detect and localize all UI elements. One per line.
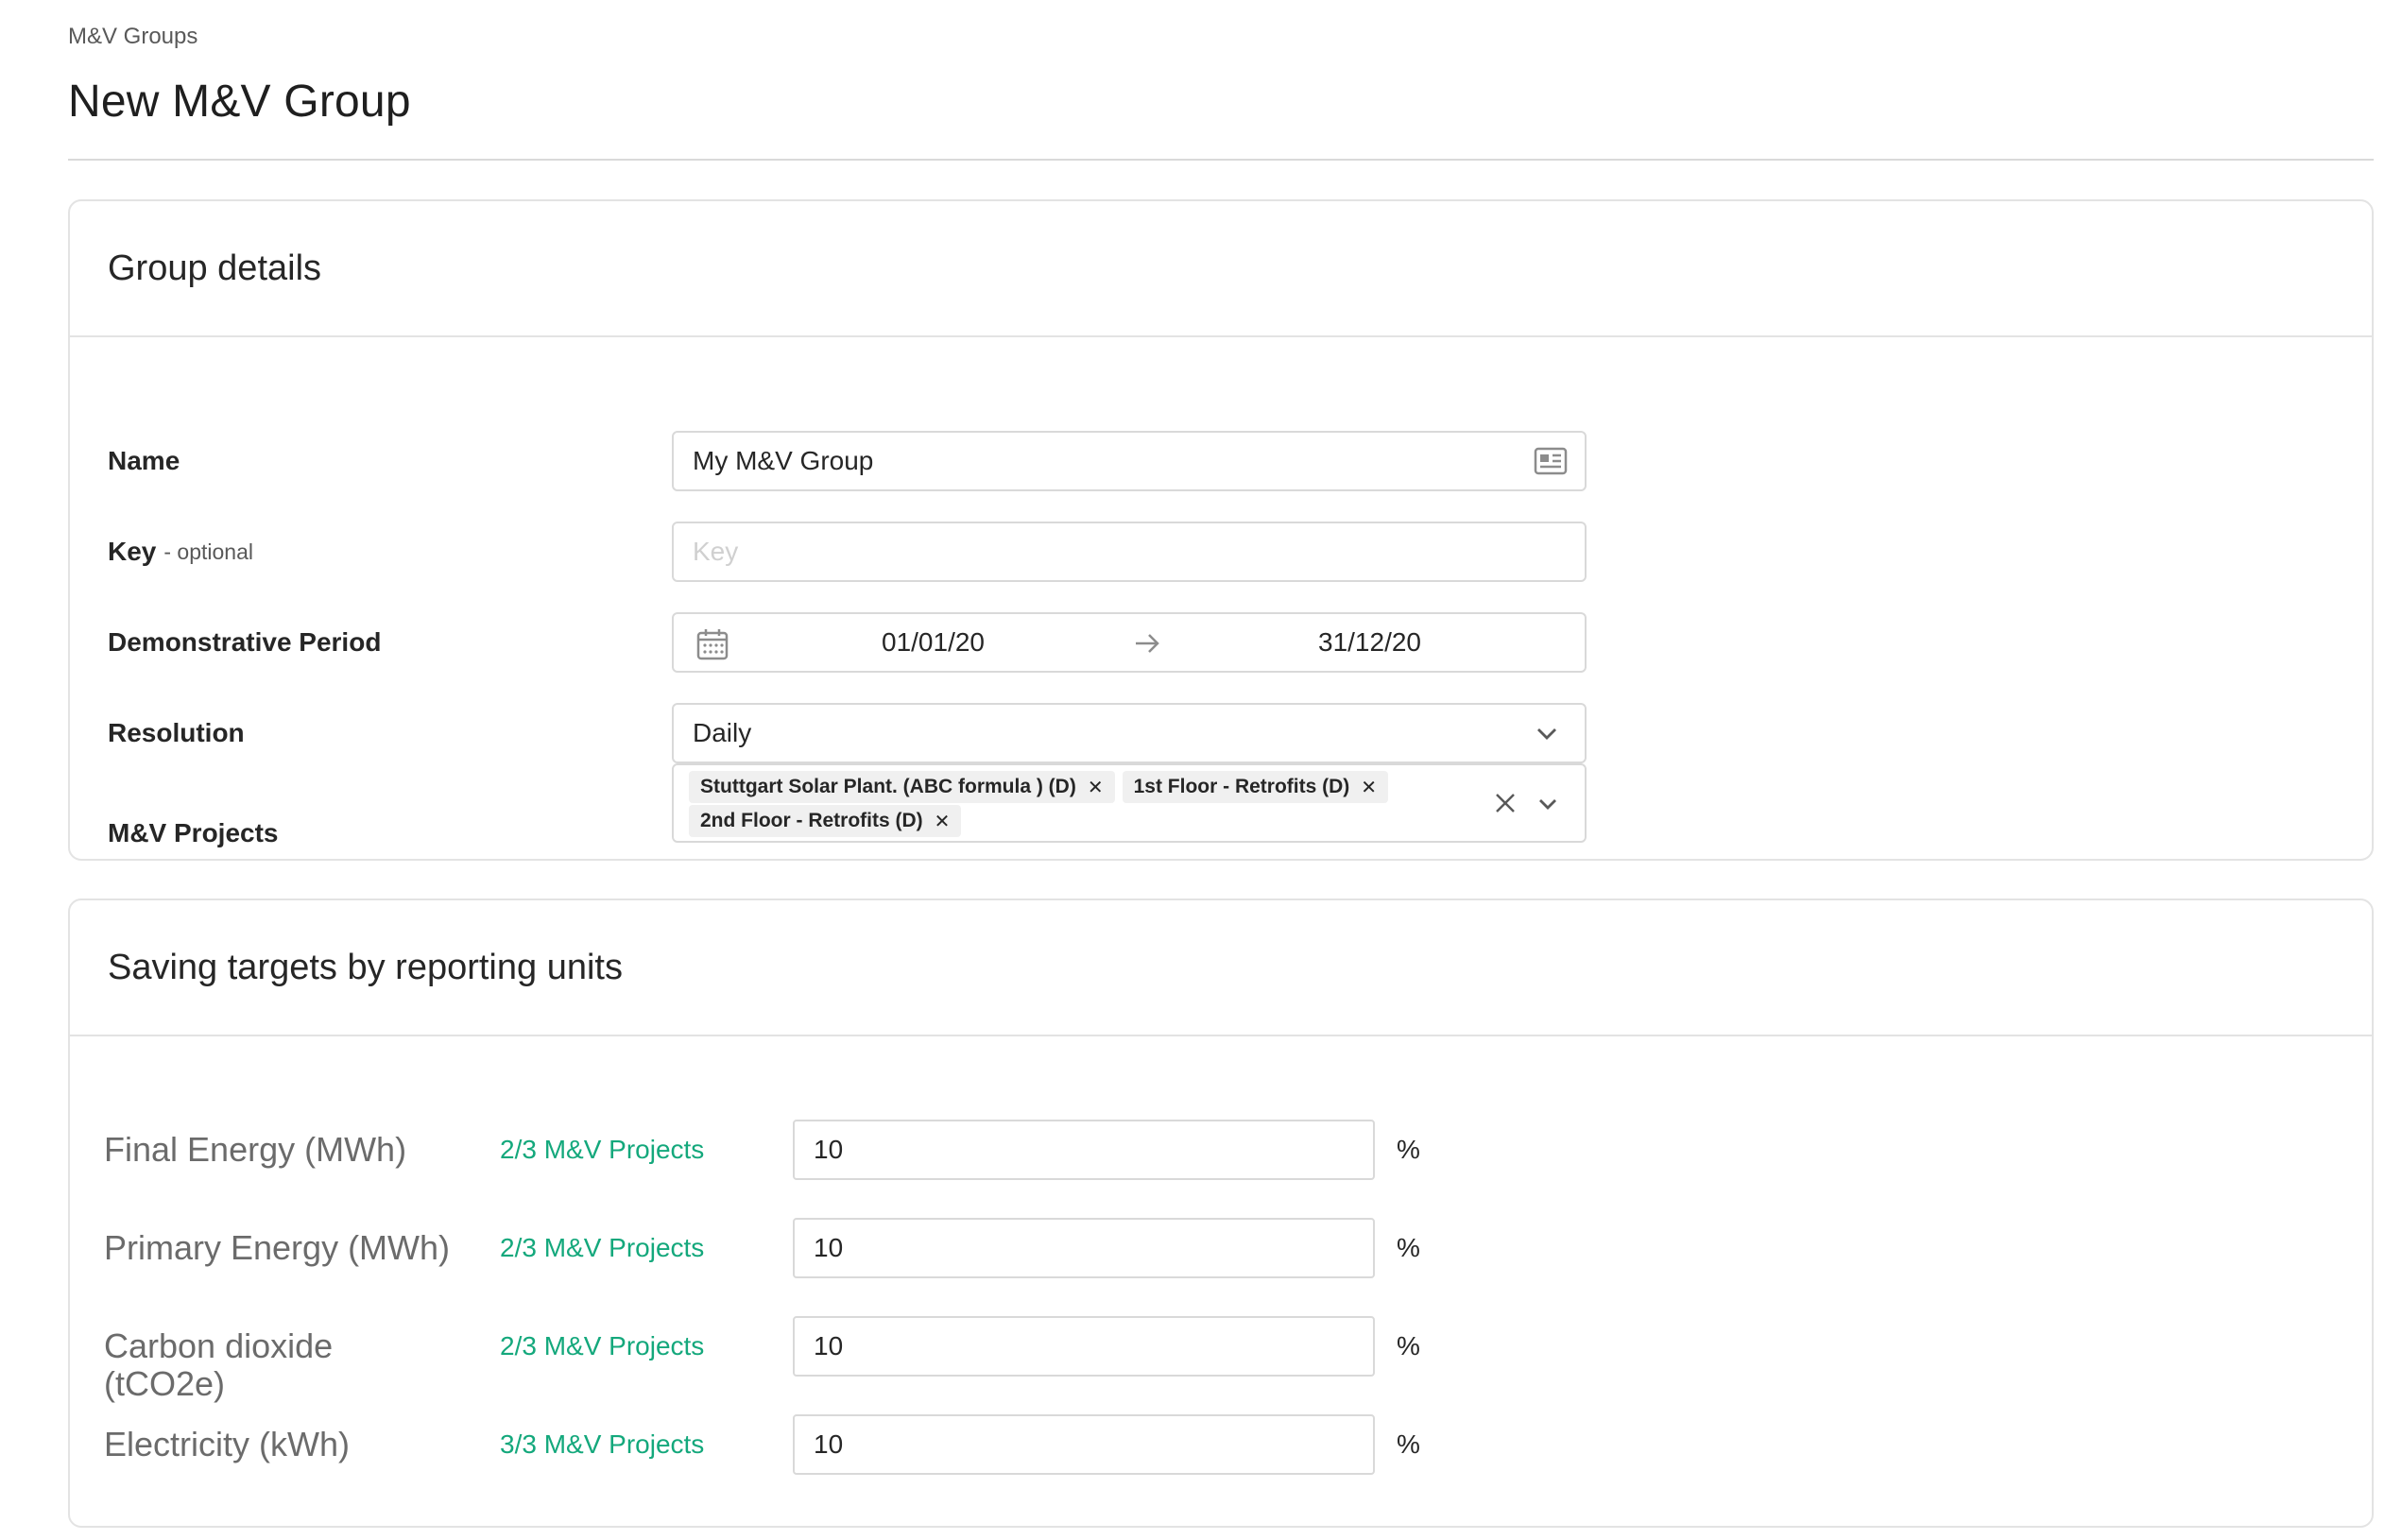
project-tag: 2nd Floor - Retrofits (D) ✕ [689, 805, 962, 837]
key-label-text: Key [108, 537, 157, 566]
name-label-text: Name [108, 446, 180, 475]
target-label-final-energy: Final Energy (MWh) [104, 1130, 407, 1169]
target-count-carbon-dioxide[interactable]: 2/3 M&V Projects [500, 1316, 704, 1377]
key-input[interactable] [693, 537, 1566, 567]
name-input[interactable] [693, 446, 1566, 476]
resolution-select[interactable]: Daily [672, 703, 1587, 763]
group-details-header: Group details [70, 201, 2372, 337]
name-field[interactable] [672, 431, 1587, 491]
target-count-final-energy[interactable]: 2/3 M&V Projects [500, 1120, 704, 1180]
period-start-date[interactable]: 01/01/20 [882, 614, 985, 671]
projects-multiselect[interactable]: Stuttgart Solar Plant. (ABC formula ) (D… [672, 763, 1587, 843]
target-unit-carbon-dioxide: % [1397, 1331, 1420, 1360]
project-tag: 1st Floor - Retrofits (D) ✕ [1122, 771, 1389, 803]
group-details-card: Group details Name Key - optional D [68, 199, 2374, 861]
key-optional-hint: - optional [163, 539, 253, 564]
projects-label-text: M&V Projects [108, 818, 279, 847]
target-input-primary-energy[interactable] [814, 1233, 1354, 1263]
resolution-selected-value: Daily [693, 718, 752, 747]
name-label: Name [108, 431, 180, 491]
project-tags: Stuttgart Solar Plant. (ABC formula ) (D… [689, 771, 1464, 837]
target-input-final-energy[interactable] [814, 1135, 1354, 1165]
target-input-electricity[interactable] [814, 1429, 1354, 1460]
saving-targets-title: Saving targets by reporting units [108, 947, 623, 987]
saving-targets-header: Saving targets by reporting units [70, 900, 2372, 1036]
target-count-electricity[interactable]: 3/3 M&V Projects [500, 1414, 704, 1475]
period-label: Demonstrative Period [108, 612, 381, 673]
group-details-title: Group details [108, 248, 322, 288]
project-tag: Stuttgart Solar Plant. (ABC formula ) (D… [689, 771, 1115, 803]
target-unit-final-energy: % [1397, 1135, 1420, 1164]
target-label-carbon-dioxide: Carbon dioxide (tCO2e) [104, 1326, 334, 1403]
close-icon[interactable]: ✕ [1088, 776, 1104, 799]
target-label-primary-energy: Primary Energy (MWh) [104, 1228, 451, 1267]
target-input-carbon-dioxide[interactable] [814, 1331, 1354, 1361]
target-field-final-energy[interactable] [793, 1120, 1375, 1180]
period-end-date[interactable]: 31/12/20 [1318, 614, 1421, 671]
calendar-icon [696, 629, 729, 660]
period-label-text: Demonstrative Period [108, 627, 382, 657]
projects-label: M&V Projects [108, 803, 279, 864]
project-tag-label: Stuttgart Solar Plant. (ABC formula ) (D… [700, 776, 1076, 797]
close-icon[interactable]: ✕ [935, 810, 951, 833]
resolution-label: Resolution [108, 703, 245, 763]
page-title: New M&V Group [68, 77, 411, 127]
key-label: Key - optional [108, 522, 253, 582]
chevron-down-icon [1537, 728, 1556, 740]
target-field-electricity[interactable] [793, 1414, 1375, 1475]
target-label-electricity: Electricity (kWh) [104, 1425, 350, 1463]
period-range-picker[interactable]: 01/01/20 31/12/20 [672, 612, 1587, 673]
contact-card-icon [1534, 447, 1568, 475]
chevron-down-icon[interactable] [1537, 796, 1558, 813]
target-unit-electricity: % [1397, 1429, 1420, 1459]
saving-targets-card: Saving targets by reporting units Final … [68, 898, 2374, 1528]
breadcrumb[interactable]: M&V Groups [68, 24, 197, 50]
target-unit-primary-energy: % [1397, 1233, 1420, 1262]
project-tag-label: 1st Floor - Retrofits (D) [1133, 776, 1350, 797]
key-field[interactable] [672, 522, 1587, 582]
close-icon[interactable]: ✕ [1361, 776, 1377, 799]
page: M&V Groups New M&V Group Group details N… [0, 0, 2402, 1540]
target-field-primary-energy[interactable] [793, 1218, 1375, 1278]
title-divider [68, 159, 2374, 161]
clear-all-icon[interactable] [1494, 792, 1517, 814]
resolution-label-text: Resolution [108, 718, 245, 747]
project-tag-label: 2nd Floor - Retrofits (D) [700, 810, 923, 831]
target-count-primary-energy[interactable]: 2/3 M&V Projects [500, 1218, 704, 1278]
target-field-carbon-dioxide[interactable] [793, 1316, 1375, 1377]
arrow-right-icon [1136, 634, 1159, 653]
